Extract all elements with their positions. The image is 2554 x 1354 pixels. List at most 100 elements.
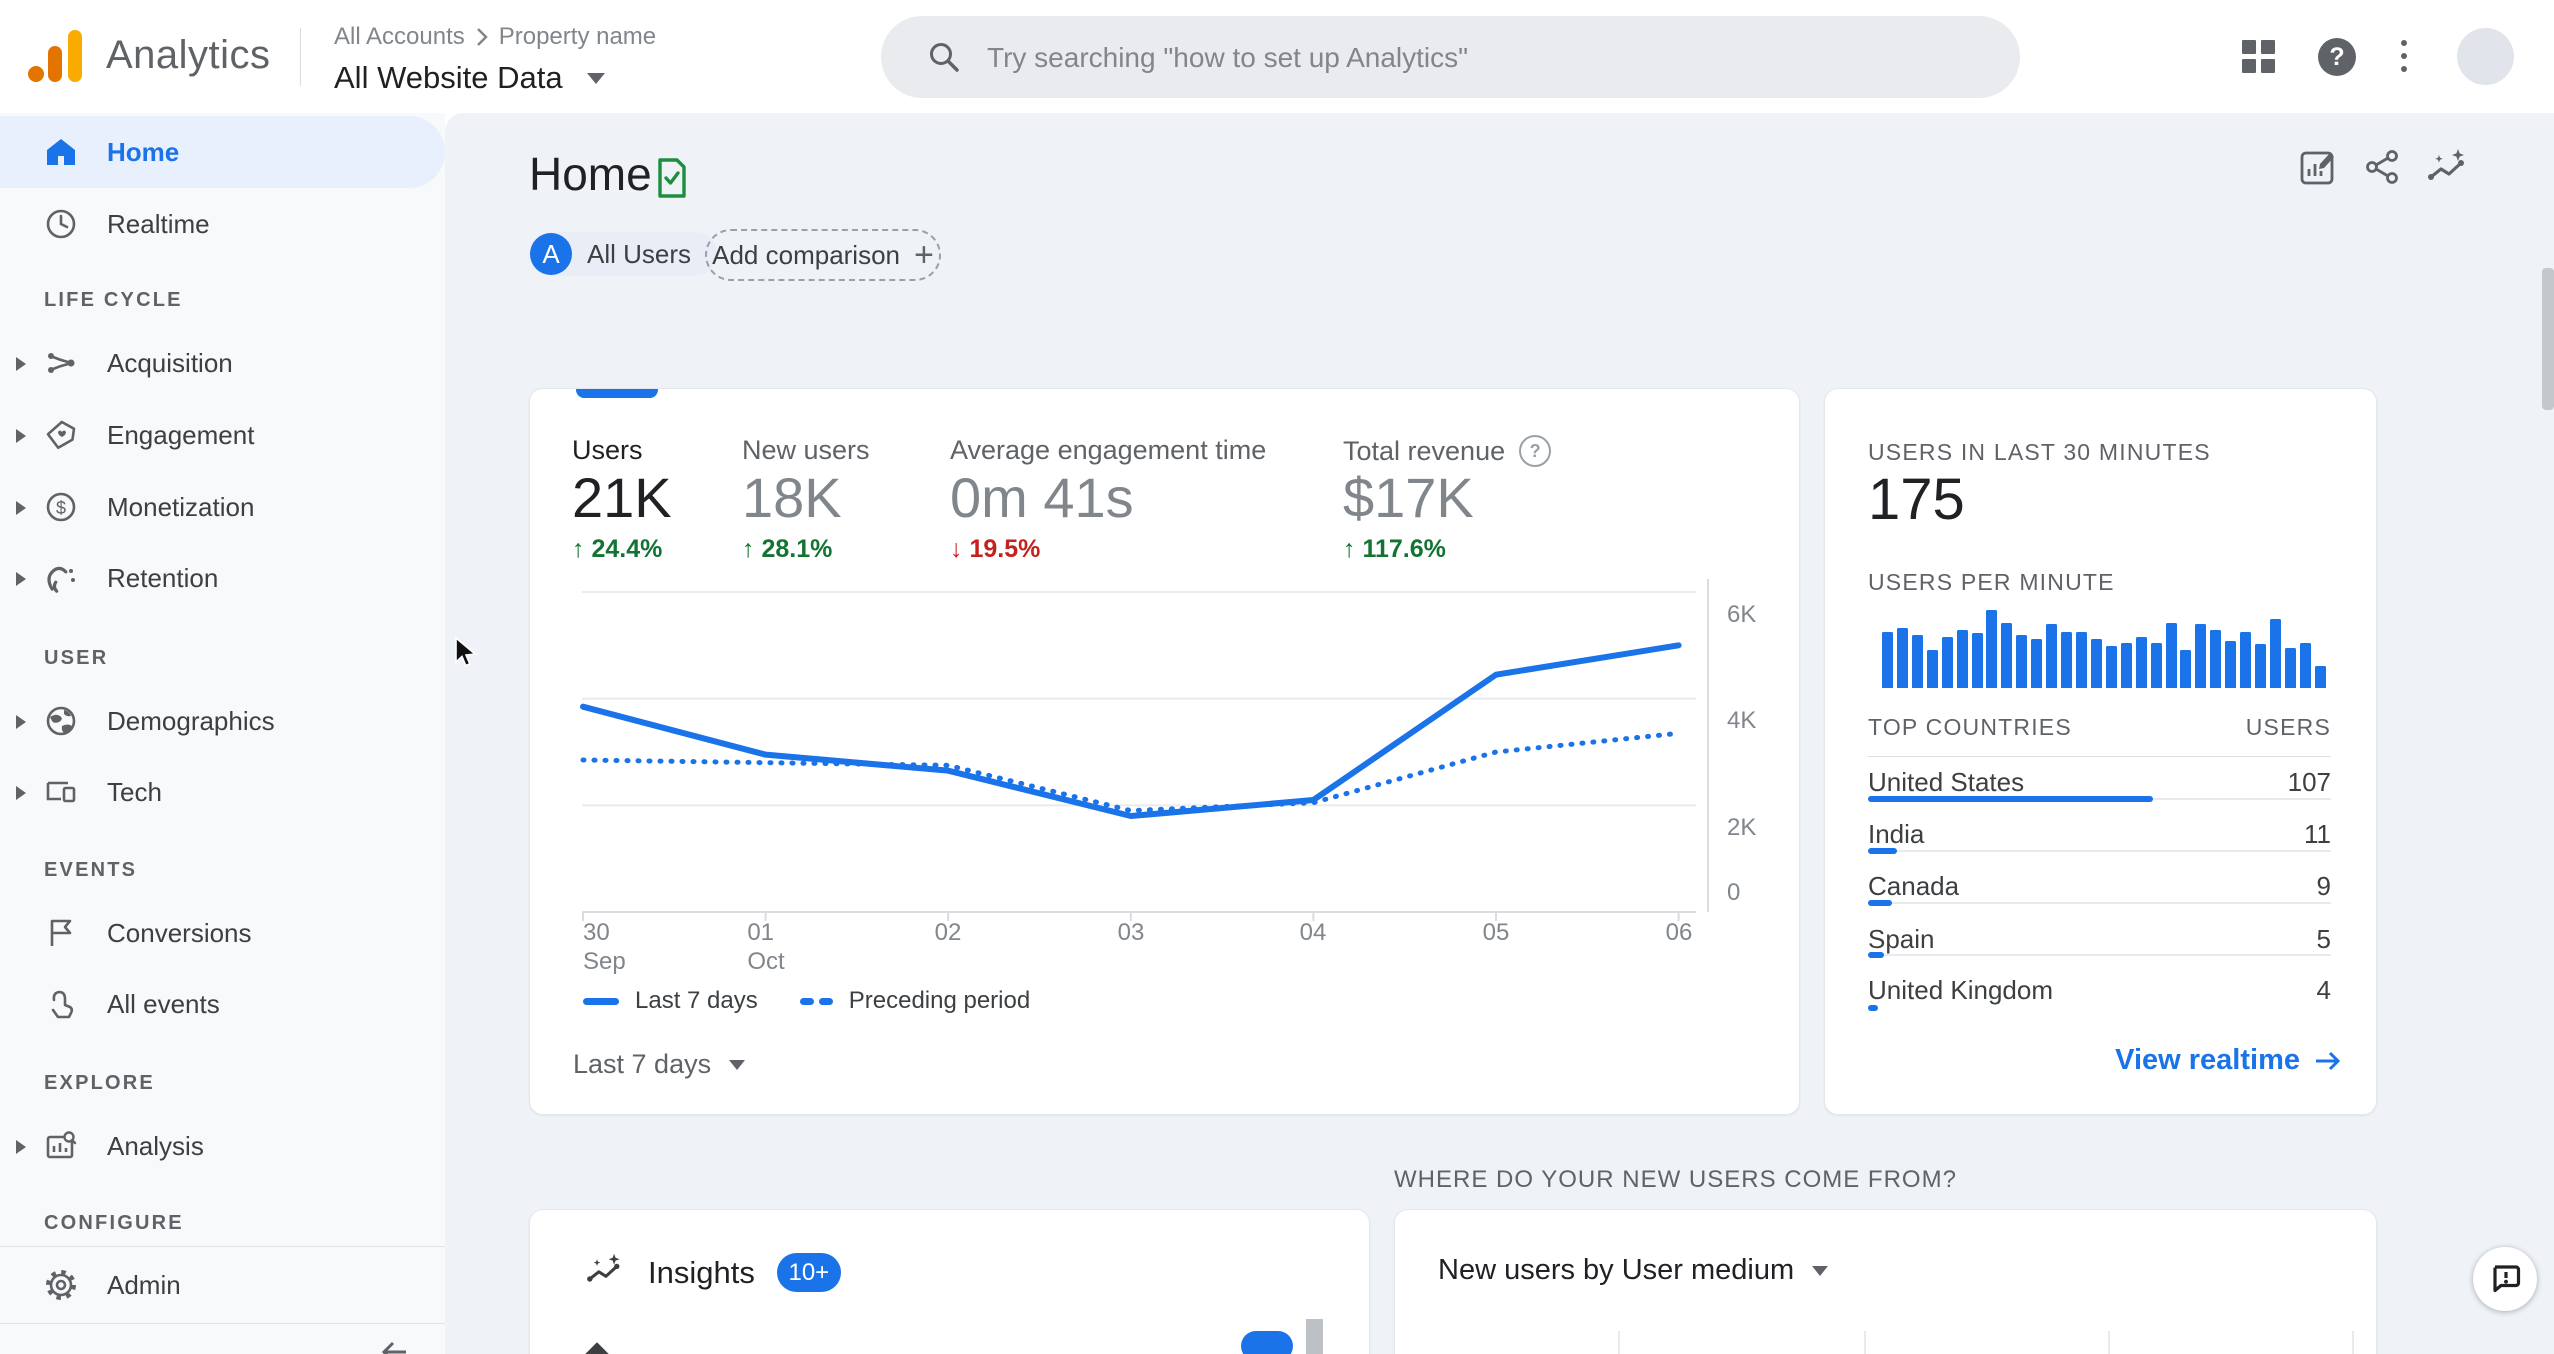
search-input[interactable] (985, 16, 1989, 100)
avatar[interactable] (2457, 28, 2514, 85)
gridline (1864, 1331, 1866, 1354)
minute-bar (2240, 632, 2252, 688)
date-range-selector[interactable]: Last 7 days (573, 1049, 746, 1080)
country-row[interactable]: Spain 5 (1868, 924, 2331, 954)
customize-report-icon[interactable] (2298, 147, 2338, 192)
country-row[interactable]: United States 107 (1868, 767, 2331, 797)
expand-arrow-icon[interactable] (16, 357, 26, 371)
x-axis-label: 03 (1117, 919, 1145, 946)
main-content: Home A All Users Add comparison + Users … (445, 113, 2554, 1354)
share-icon[interactable] (2363, 147, 2403, 192)
new-users-dimension-selector[interactable]: New users by User medium (1438, 1254, 1829, 1287)
help-icon[interactable]: ? (2318, 38, 2356, 76)
y-axis-label: 6K (1727, 601, 1757, 628)
country-row[interactable]: India 11 (1868, 819, 2331, 849)
sidebar-item-all-events[interactable]: All events (0, 968, 445, 1040)
sidebar-item-acquisition[interactable]: Acquisition (0, 327, 445, 399)
users-per-minute-label: USERS PER MINUTE (1868, 569, 2115, 595)
insights-sparkle-icon[interactable] (2427, 147, 2471, 192)
sidebar-section-configure: CONFIGURE (44, 1212, 184, 1234)
top-countries-header: TOP COUNTRIES (1868, 714, 2072, 740)
collapse-sidebar-icon[interactable] (380, 1337, 410, 1354)
expand-arrow-icon[interactable] (16, 1140, 26, 1154)
sidebar-item-conversions[interactable]: Conversions (0, 897, 445, 969)
sidebar-item-realtime[interactable]: Realtime (0, 188, 445, 260)
globe-icon (44, 704, 78, 738)
report-check-icon[interactable] (657, 157, 687, 204)
sidebar-item-tech[interactable]: Tech (0, 756, 445, 828)
property-selector[interactable]: All Website Data (334, 60, 656, 96)
x-axis-label: 05 (1482, 919, 1510, 946)
sidebar-item-retention[interactable]: Retention (0, 542, 445, 614)
analysis-icon (44, 1129, 78, 1163)
gridline (2108, 1331, 2110, 1354)
minute-bar (2075, 632, 2087, 688)
expand-arrow-icon[interactable] (16, 429, 26, 443)
sparkle-icon (584, 1342, 610, 1354)
minute-bar (1956, 630, 1968, 688)
page-scrollbar[interactable] (2542, 268, 2554, 410)
table-divider (1868, 756, 2331, 757)
arrow-right-icon (2316, 1051, 2341, 1070)
dashed-line-legend-icon (799, 997, 833, 1005)
minute-bar (2284, 648, 2296, 688)
sidebar-item-analysis[interactable]: Analysis (0, 1110, 445, 1182)
expand-arrow-icon[interactable] (16, 715, 26, 729)
analytics-logo-icon[interactable] (26, 28, 88, 84)
product-name: Analytics (106, 33, 271, 77)
sidebar-item-home[interactable]: Home (0, 116, 445, 188)
insights-count-badge[interactable]: 10+ (776, 1253, 841, 1292)
gear-icon (44, 1268, 78, 1302)
insight-badge-partial (1241, 1331, 1293, 1354)
retention-magnet-icon (44, 561, 78, 595)
minute-bar (2135, 637, 2147, 688)
chevron-down-icon (586, 72, 605, 84)
y-axis-label: 2K (1727, 814, 1757, 841)
home-icon (44, 135, 78, 169)
expand-arrow-icon[interactable] (16, 501, 26, 515)
more-menu-icon[interactable] (2400, 40, 2408, 76)
y-axis-label: 4K (1727, 707, 1757, 734)
sidebar-item-engagement[interactable]: Engagement (0, 399, 445, 471)
x-axis-label: 04 (1299, 919, 1327, 946)
view-realtime-link[interactable]: View realtime (2115, 1044, 2342, 1077)
monetization-icon: $ (44, 490, 78, 524)
users-column-header: USERS (2245, 714, 2331, 740)
minute-bar (2225, 641, 2237, 688)
breadcrumb-property[interactable]: Property name (499, 23, 656, 51)
breadcrumb-account[interactable]: All Accounts (334, 23, 465, 51)
gridline (1618, 1331, 1620, 1354)
x-axis-label: 01 Oct (747, 919, 785, 975)
sidebar-item-admin[interactable]: Admin (0, 1249, 445, 1321)
expand-arrow-icon[interactable] (16, 786, 26, 800)
country-row[interactable]: Canada 9 (1868, 871, 2331, 901)
apps-grid-icon[interactable] (2242, 40, 2276, 74)
minute-bar (1986, 610, 1998, 688)
insights-title: Insights (648, 1254, 755, 1290)
sidebar-item-demographics[interactable]: Demographics (0, 685, 445, 757)
add-comparison-button[interactable]: Add comparison + (705, 229, 941, 281)
minute-bar (2105, 646, 2117, 688)
minute-bar (2255, 644, 2267, 688)
users-30min-value: 175 (1868, 467, 1965, 532)
devices-icon (44, 775, 78, 809)
search-icon (930, 43, 959, 72)
search-bar[interactable] (881, 16, 2020, 100)
audience-chip-all-users[interactable]: A All Users (529, 232, 718, 276)
chevron-down-icon (729, 1059, 746, 1070)
country-bar (1868, 796, 2153, 802)
expand-arrow-icon[interactable] (16, 572, 26, 586)
sidebar-divider (0, 1323, 445, 1324)
acquisition-icon (44, 346, 78, 380)
feedback-bubble-icon (2493, 1265, 2521, 1293)
chart-legend: Last 7 days Preceding period (583, 987, 1030, 1015)
solid-line-legend-icon (583, 997, 619, 1005)
ga-home-page: Analytics All Accounts Property name All… (0, 0, 2554, 1354)
minute-bar (2180, 650, 2192, 688)
feedback-button[interactable] (2473, 1247, 2537, 1311)
audience-avatar: A (530, 233, 572, 275)
x-axis-label: 30 Sep (583, 919, 626, 975)
sidebar-item-monetization[interactable]: $ Monetization (0, 471, 445, 543)
minute-bar (2299, 643, 2311, 688)
country-row[interactable]: United Kingdom 4 (1868, 975, 2331, 1005)
